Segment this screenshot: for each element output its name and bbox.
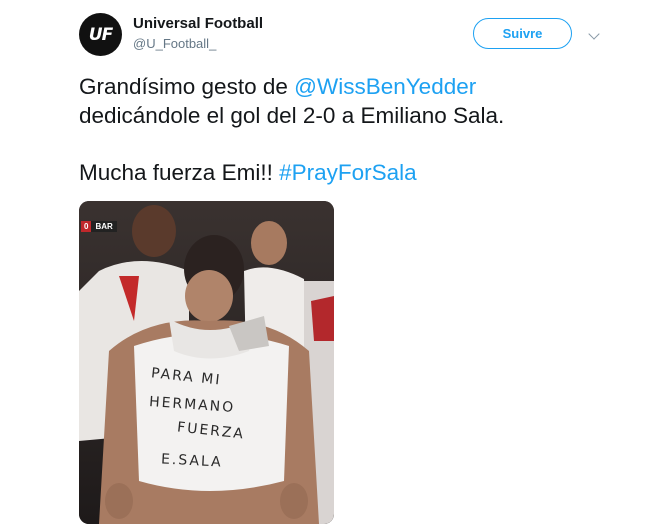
avatar-logo-text: UF xyxy=(88,24,113,45)
chevron-down-icon[interactable] xyxy=(588,28,600,40)
score-badge-score: 0 xyxy=(81,221,92,232)
hashtag-link[interactable]: #PrayForSala xyxy=(279,160,417,185)
score-badge: 0 BAR xyxy=(81,221,117,232)
tweet-photo[interactable]: 0 BAR PARA MI HERMANO FUERZA E.SALA xyxy=(79,201,334,524)
author-handle[interactable]: @U_Football_ xyxy=(133,36,216,51)
author-display-name[interactable]: Universal Football xyxy=(133,15,263,32)
tweet-text: Grandísimo gesto de @WissBenYedder dedic… xyxy=(79,72,639,187)
tweet-text-line-2: dedicándole el gol del 2-0 a Emiliano Sa… xyxy=(79,103,505,128)
tweet-text-line-3: Mucha fuerza Emi!! #PrayForSala xyxy=(79,158,639,187)
follow-button[interactable]: Suivre xyxy=(473,18,572,49)
mention-link[interactable]: @WissBenYedder xyxy=(294,74,476,99)
tweet-text-segment: Grandísimo gesto de xyxy=(79,74,295,99)
photo-illustration xyxy=(79,201,334,524)
score-badge-team: BAR xyxy=(91,221,117,232)
tweet-text-segment: Mucha fuerza Emi!! xyxy=(79,160,280,185)
avatar[interactable]: UF xyxy=(79,13,122,56)
tweet-text-line-1: Grandísimo gesto de @WissBenYedder xyxy=(79,72,639,101)
